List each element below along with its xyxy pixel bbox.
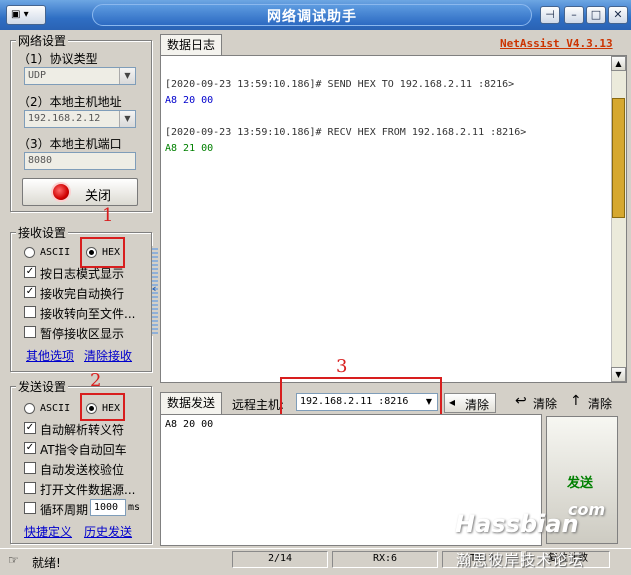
watermark-brand: Hassbian: [455, 510, 579, 538]
send-escape-label: 自动解析转义符: [40, 423, 125, 437]
status-rx: RX:6: [332, 551, 438, 568]
window-title: 网络调试助手: [267, 9, 357, 25]
close-label: 关闭: [85, 189, 112, 204]
scroll-down-icon[interactable]: ▼: [611, 367, 626, 382]
send-history-link[interactable]: 历史发送: [84, 523, 132, 540]
status-count: 2/14: [232, 551, 328, 568]
recv-settings-title: 接收设置: [16, 224, 69, 241]
loop-period-input[interactable]: 1000: [90, 499, 126, 516]
recv-log-checkbox[interactable]: ✓: [24, 266, 36, 278]
log-line: [2020-09-23 13:59:10.186]# SEND HEX TO 1…: [165, 79, 515, 90]
recv-ascii-label: ASCII: [40, 247, 71, 258]
recv-ascii-radio[interactable]: [24, 247, 35, 258]
recv-wrap-label: 接收完自动换行: [40, 287, 125, 301]
recv-pause-label: 暂停接收区显示: [40, 327, 125, 341]
brand-version-link[interactable]: NetAssist V4.3.13: [500, 37, 613, 50]
recv-file-checkbox[interactable]: [24, 306, 36, 318]
undo-arrow-icon: ↩: [515, 393, 527, 409]
host-value: 192.168.2.12: [28, 113, 101, 124]
watermark-forum: 瀚思彼岸技术论坛: [456, 551, 585, 569]
send-label: 发送: [567, 476, 594, 491]
close-connection-button[interactable]: 关闭: [22, 178, 138, 206]
log-line: A8 21 00: [165, 143, 214, 154]
watermark-com: com: [568, 500, 606, 519]
receive-log-area[interactable]: [2020-09-23 13:59:10.186]# SEND HEX TO 1…: [160, 55, 627, 383]
up-arrow-icon: ↑: [570, 393, 582, 409]
chevron-down-icon[interactable]: ▼: [119, 111, 135, 127]
annotation-box-2: [80, 393, 125, 421]
shortcut-define-link[interactable]: 快捷定义: [24, 523, 72, 540]
log-line: A8 20 00: [165, 95, 214, 106]
status-ready: 就绪!: [32, 556, 61, 570]
port-label: （3）本地主机端口: [18, 137, 122, 151]
status-ready-icon: ☞: [8, 553, 19, 567]
annotation-box-1: [80, 237, 125, 268]
send-ascii-label: ASCII: [40, 403, 71, 414]
port-input[interactable]: 8080: [24, 152, 136, 170]
system-menu-button[interactable]: ▣ ▾: [6, 5, 46, 25]
remote-host-label: 远程主机:: [232, 398, 285, 412]
maximize-button[interactable]: □: [586, 6, 606, 24]
tab-data-send[interactable]: 数据发送: [160, 392, 223, 414]
send-text: A8 20 00: [165, 419, 214, 430]
send-checksum-label: 自动发送校验位: [40, 463, 125, 477]
send-file-label: 打开文件数据源...: [40, 483, 136, 497]
protocol-value: UDP: [28, 70, 47, 81]
send-loop-label: 循环周期: [40, 503, 89, 517]
recv-wrap-checkbox[interactable]: ✓: [24, 286, 36, 298]
recv-file-label: 接收转向至文件...: [40, 307, 136, 321]
scroll-thumb[interactable]: [612, 98, 625, 218]
send-at-checkbox[interactable]: ✓: [24, 442, 36, 454]
send-checksum-checkbox[interactable]: [24, 462, 36, 474]
clear-remote-button[interactable]: ◂ 清除: [444, 393, 496, 413]
recv-log-label: 按日志模式显示: [40, 267, 125, 281]
clear-send-label: 清除: [533, 397, 558, 411]
recv-more-options-link[interactable]: 其他选项: [26, 347, 74, 364]
tab-data-log[interactable]: 数据日志: [160, 34, 223, 55]
clear-send-button[interactable]: ↩ 清除: [513, 393, 565, 413]
annotation-number-2: 2: [90, 370, 102, 391]
recv-clear-link[interactable]: 清除接收: [84, 347, 132, 364]
annotation-number-1: 1: [102, 205, 114, 226]
annotation-box-3: [280, 377, 442, 417]
send-at-label: AT指令自动回车: [40, 443, 127, 457]
send-ascii-radio[interactable]: [24, 403, 35, 414]
clear-all-label: 清除: [588, 397, 613, 411]
send-file-checkbox[interactable]: [24, 482, 36, 494]
scroll-up-icon[interactable]: ▲: [611, 56, 626, 71]
minimize-button[interactable]: –: [564, 6, 584, 24]
protocol-label: （1）协议类型: [18, 52, 98, 66]
host-label: （2）本地主机地址: [18, 95, 122, 109]
annotation-number-3: 3: [336, 356, 348, 377]
close-window-button[interactable]: ✕: [608, 6, 628, 24]
status-light-icon: [53, 184, 69, 200]
collapse-chevron-icon[interactable]: ‹: [152, 282, 157, 295]
clear-all-button[interactable]: ↑ 清除: [568, 393, 620, 413]
arrow-left-icon: ◂: [449, 395, 456, 409]
send-escape-checkbox[interactable]: ✓: [24, 422, 36, 434]
chevron-down-icon[interactable]: ▼: [119, 68, 135, 84]
clear-remote-label: 清除: [465, 398, 490, 412]
pin-icon[interactable]: ⊣: [540, 6, 560, 24]
log-line: [2020-09-23 13:59:10.186]# RECV HEX FROM…: [165, 127, 527, 138]
net-settings-title: 网络设置: [16, 32, 69, 49]
recv-pause-checkbox[interactable]: [24, 326, 36, 338]
loop-unit-label: ms: [128, 502, 141, 513]
send-loop-checkbox[interactable]: [24, 502, 36, 514]
send-settings-title: 发送设置: [16, 378, 69, 395]
